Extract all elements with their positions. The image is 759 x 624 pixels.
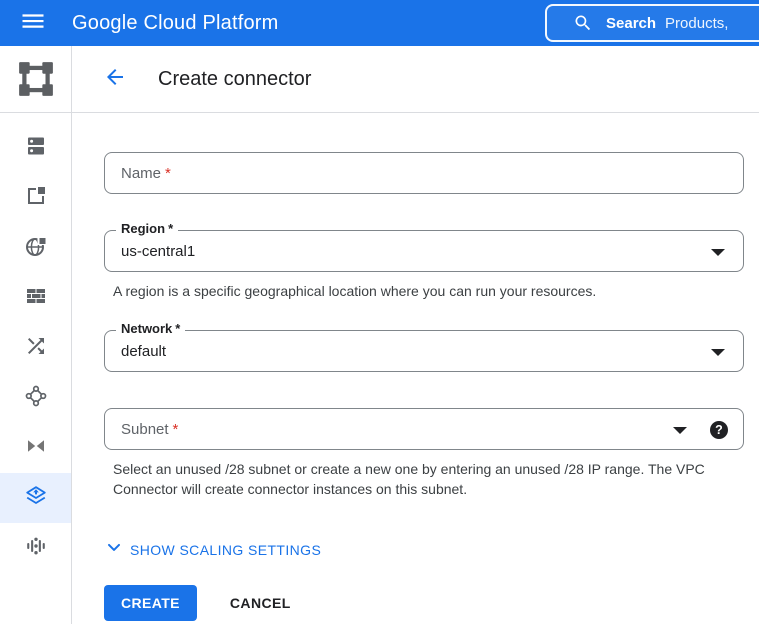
search-icon bbox=[573, 13, 593, 33]
back-arrow-icon bbox=[103, 65, 127, 94]
sidebar-item-vpc-network-peering[interactable] bbox=[0, 373, 71, 423]
external-ip-addresses-icon bbox=[24, 184, 48, 213]
show-scaling-settings-label: SHOW SCALING SETTINGS bbox=[130, 541, 322, 558]
shared-vpc-icon bbox=[24, 434, 48, 463]
page-header: Create connector bbox=[73, 46, 759, 112]
menu-button[interactable] bbox=[18, 8, 48, 38]
sidebar-item-packet-mirroring[interactable] bbox=[0, 523, 71, 573]
region-label: Region * bbox=[116, 221, 179, 236]
vpc-networks-icon bbox=[24, 134, 48, 163]
create-connector-form: Name * Region * us-central1 A region is a … bbox=[73, 113, 759, 624]
search-label: Search bbox=[606, 14, 657, 32]
subnet-help-icon[interactable]: ? bbox=[710, 421, 728, 439]
dropdown-caret-icon bbox=[711, 349, 725, 356]
sidebar-item-external-ip-addresses[interactable] bbox=[0, 173, 71, 223]
required-asterisk: * bbox=[168, 221, 174, 236]
chevron-down-icon bbox=[104, 537, 124, 562]
form-actions: CREATE CANCEL bbox=[104, 585, 759, 621]
top-app-bar: Google Cloud Platform Search Products, bbox=[0, 0, 759, 46]
serverless-vpc-access-icon bbox=[24, 484, 48, 513]
subnet-helper-text: Select an unused /28 subnet or create a … bbox=[113, 461, 705, 497]
sidebar bbox=[0, 46, 72, 624]
subnet-placeholder: Subnet * bbox=[121, 420, 179, 438]
network-select[interactable]: Network * default bbox=[104, 322, 744, 372]
routes-icon bbox=[24, 334, 48, 363]
required-asterisk: * bbox=[175, 321, 181, 336]
region-value: us-central1 bbox=[121, 242, 196, 260]
name-field[interactable]: Name * bbox=[104, 152, 744, 194]
name-placeholder: Name * bbox=[121, 164, 171, 182]
sidebar-item-serverless-vpc-access[interactable] bbox=[0, 473, 71, 523]
hamburger-icon bbox=[19, 7, 47, 40]
page-title: Create connector bbox=[158, 67, 312, 90]
vpc-network-peering-icon bbox=[24, 384, 48, 413]
sidebar-item-bring-your-own-ip[interactable] bbox=[0, 223, 71, 273]
sidebar-item-shared-vpc[interactable] bbox=[0, 423, 71, 473]
firewall-icon bbox=[24, 284, 48, 313]
brand-title: Google Cloud Platform bbox=[72, 11, 279, 34]
region-helper-text: A region is a specific geographical loca… bbox=[113, 283, 597, 299]
create-button[interactable]: CREATE bbox=[104, 585, 197, 621]
sidebar-item-routes[interactable] bbox=[0, 323, 71, 373]
vpc-network-logo-icon bbox=[0, 46, 71, 112]
network-value: default bbox=[121, 342, 167, 360]
search-input[interactable]: Search Products, bbox=[545, 4, 759, 42]
region-select[interactable]: Region * us-central1 bbox=[104, 222, 744, 272]
gcp-create-connector-page: Google Cloud Platform Search Products, C… bbox=[0, 0, 759, 624]
required-asterisk: * bbox=[172, 420, 179, 438]
cancel-button[interactable]: CANCEL bbox=[230, 595, 291, 611]
dropdown-caret-icon bbox=[673, 427, 687, 434]
back-button[interactable] bbox=[98, 62, 132, 96]
packet-mirroring-icon bbox=[24, 534, 48, 563]
bring-your-own-ip-icon bbox=[24, 234, 48, 263]
search-placeholder: Products, bbox=[665, 14, 729, 32]
subnet-select[interactable]: Subnet * ? bbox=[104, 408, 744, 450]
required-asterisk: * bbox=[165, 164, 171, 182]
sidebar-item-vpc-networks[interactable] bbox=[0, 123, 71, 173]
show-scaling-settings-toggle[interactable]: SHOW SCALING SETTINGS bbox=[104, 537, 321, 562]
sidebar-item-firewall[interactable] bbox=[0, 273, 71, 323]
dropdown-caret-icon bbox=[711, 249, 725, 256]
sidebar-nav bbox=[0, 123, 71, 573]
network-label: Network * bbox=[116, 321, 186, 336]
